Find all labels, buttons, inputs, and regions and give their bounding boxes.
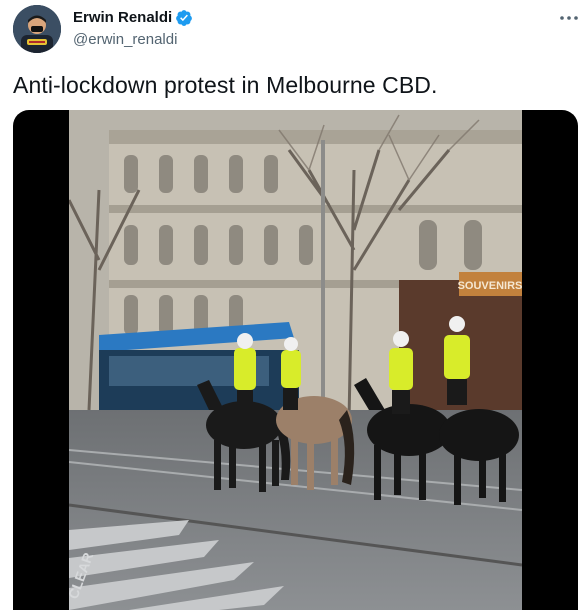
video-frame-image: SOUVENIRS CLEAR [69, 110, 522, 610]
author-name-row[interactable]: Erwin Renaldi [73, 8, 193, 28]
tweet-text: Anti-lockdown protest in Melbourne CBD. [13, 72, 438, 98]
tweet-header: Erwin Renaldi @erwin_renaldi [0, 0, 587, 60]
author-display-name[interactable]: Erwin Renaldi [73, 8, 172, 28]
author-avatar[interactable] [13, 5, 61, 53]
shop-sign: SOUVENIRS [458, 280, 522, 292]
author-handle[interactable]: @erwin_renaldi [73, 30, 177, 50]
tweet-video[interactable]: SOUVENIRS CLEAR [13, 110, 578, 610]
verified-badge-icon [176, 10, 193, 26]
user-avatar-icon [13, 5, 61, 53]
more-horizontal-icon[interactable] [557, 8, 581, 28]
